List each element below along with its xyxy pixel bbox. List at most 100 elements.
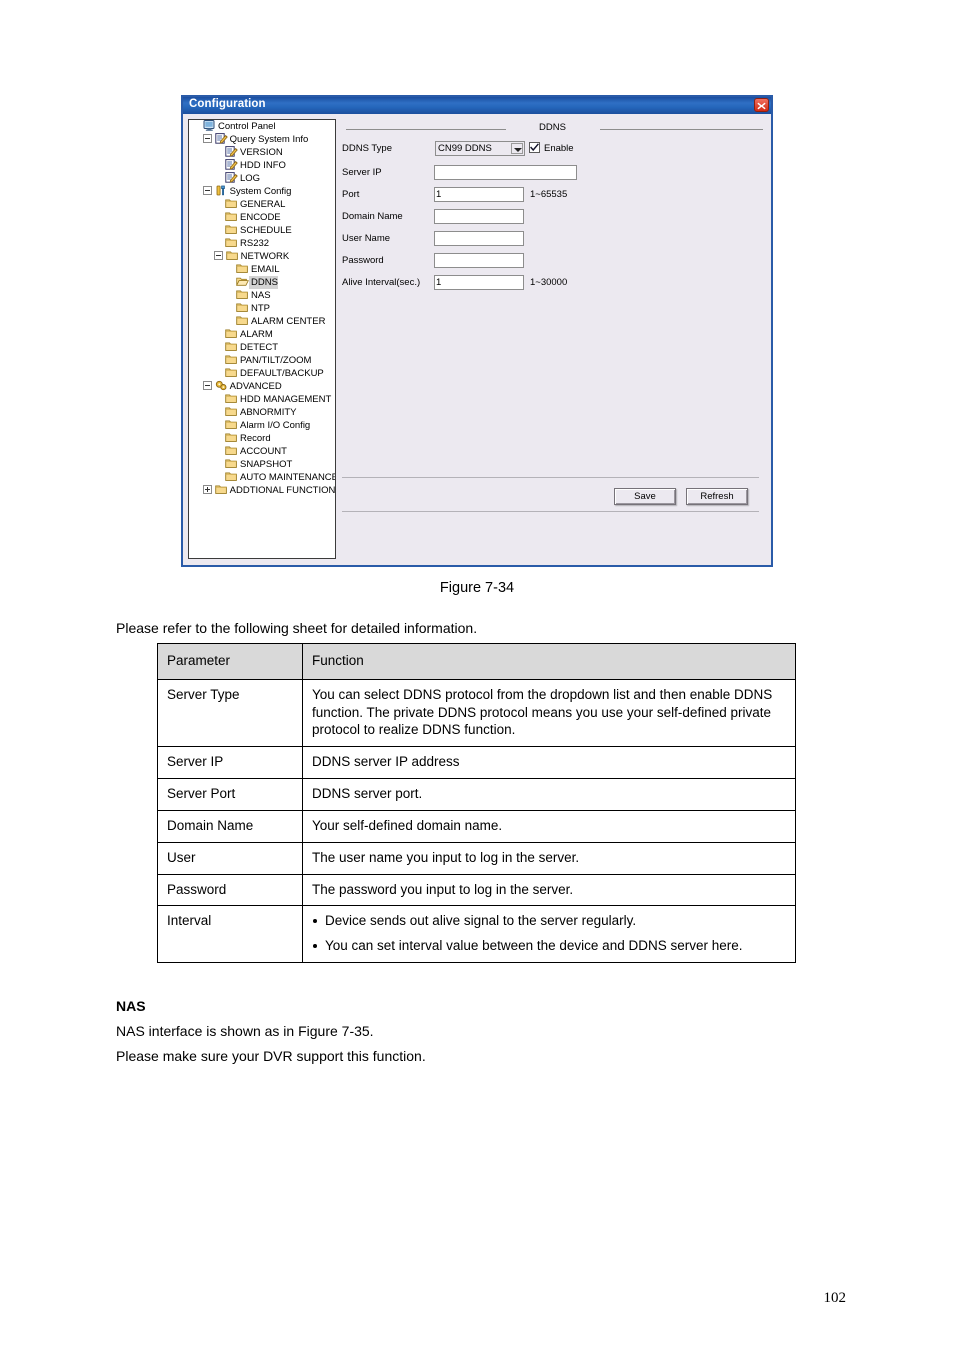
- parameter-cell: Server Type: [157, 678, 303, 748]
- folder-icon: [225, 393, 238, 404]
- table-row: Server IP DDNS server IP address: [157, 746, 796, 780]
- tree-item-encode[interactable]: ENCODE: [189, 211, 335, 224]
- tree-item-version[interactable]: VERSION: [189, 146, 335, 159]
- function-cell: You can select DDNS protocol from the dr…: [302, 678, 796, 748]
- close-icon[interactable]: [754, 98, 769, 112]
- tree-item-rs232[interactable]: RS232: [189, 237, 335, 250]
- password-input[interactable]: [434, 253, 524, 268]
- tree-item-detect[interactable]: DETECT: [189, 341, 335, 354]
- monitor-icon: [203, 120, 216, 131]
- ddns-type-value: CN99 DDNS: [438, 143, 492, 154]
- collapse-icon[interactable]: [203, 381, 212, 390]
- domain-name-input[interactable]: [434, 209, 524, 224]
- note-pencil-icon: [225, 159, 238, 170]
- folder-icon: [225, 250, 239, 261]
- enable-checkbox[interactable]: [529, 142, 540, 153]
- function-cell: The user name you input to log in the se…: [302, 841, 796, 875]
- tree-item-label: LOG: [240, 173, 261, 184]
- server-ip-input[interactable]: [434, 165, 577, 180]
- tree-item-label: RS232: [240, 238, 270, 249]
- folder-icon: [225, 211, 238, 222]
- folder-icon: [236, 315, 249, 326]
- function-cell: Your self-defined domain name.: [302, 809, 796, 843]
- tree-item-query-system-info[interactable]: Query System Info: [189, 133, 335, 146]
- note-pencil-icon: [225, 172, 238, 183]
- function-cell: DDNS server port.: [302, 778, 796, 811]
- refresh-button[interactable]: Refresh: [686, 488, 748, 505]
- function-cell: Device sends out alive signal to the ser…: [302, 905, 796, 963]
- parameter-cell: User: [157, 841, 303, 875]
- function-cell: DDNS server IP address: [302, 746, 796, 780]
- tree-item-label: ALARM: [240, 329, 273, 340]
- tree-item-label: DEFAULT/BACKUP: [240, 368, 324, 379]
- tree-item-control-panel[interactable]: Control Panel: [189, 120, 335, 133]
- server-ip-label: Server IP: [342, 167, 382, 178]
- tree-item-label: VERSION: [240, 147, 283, 158]
- tree-item-label: GENERAL: [240, 199, 286, 210]
- tree-item-addtional-function[interactable]: ADDTIONAL FUNCTION: [189, 484, 335, 497]
- tree-item-alarm[interactable]: ALARM: [189, 328, 335, 341]
- panel-rule-bottom: [342, 511, 759, 512]
- table-body: Parameter Function Server Type You can sele…: [157, 643, 796, 963]
- tree-item-schedule[interactable]: SCHEDULE: [189, 224, 335, 237]
- tree-item-ntp[interactable]: NTP: [189, 302, 335, 315]
- alive-interval-hint: 1~30000: [530, 277, 568, 288]
- user-name-row: User Name: [342, 231, 762, 246]
- tree-item-abnormity[interactable]: ABNORMITY: [189, 406, 335, 419]
- tree-item-log[interactable]: LOG: [189, 172, 335, 185]
- password-row: Password: [342, 253, 762, 268]
- tree-item-account[interactable]: ACCOUNT: [189, 445, 335, 458]
- section-title: DDNS: [539, 122, 566, 133]
- tree-item-alarm-i-o-config[interactable]: Alarm I/O Config: [189, 419, 335, 432]
- tree-item-advanced[interactable]: ADVANCED: [189, 380, 335, 393]
- configuration-dialog: Configuration Control Panel Query System…: [181, 95, 773, 567]
- section-rule-right: [600, 129, 763, 130]
- alive-interval-input[interactable]: [434, 275, 524, 290]
- tree-item-network[interactable]: NETWORK: [189, 250, 335, 263]
- tree-item-general[interactable]: GENERAL: [189, 198, 335, 211]
- folder-icon: [225, 458, 238, 469]
- tree-item-label: HDD MANAGEMENT: [240, 394, 332, 405]
- intro-text: Please refer to the following sheet for …: [116, 620, 478, 636]
- folder-icon: [214, 484, 228, 495]
- tree-item-hdd-info[interactable]: HDD INFO: [189, 159, 335, 172]
- nas-line-2: Please make sure your DVR support this f…: [116, 1048, 426, 1064]
- tree-item-label: ADDTIONAL FUNCTION: [229, 485, 336, 496]
- tree-item-nas[interactable]: NAS: [189, 289, 335, 302]
- domain-name-label: Domain Name: [342, 211, 403, 222]
- tree-item-label: ABNORMITY: [240, 407, 297, 418]
- save-button[interactable]: Save: [614, 488, 676, 505]
- tree-item-system-config[interactable]: System Config: [189, 185, 335, 198]
- expand-icon[interactable]: [203, 485, 212, 494]
- collapse-icon[interactable]: [203, 186, 212, 195]
- port-hint: 1~65535: [530, 189, 568, 200]
- tree-item-hdd-management[interactable]: HDD MANAGEMENT: [189, 393, 335, 406]
- tree-item-ddns[interactable]: DDNS: [189, 276, 335, 289]
- tree-item-email[interactable]: EMAIL: [189, 263, 335, 276]
- user-name-input[interactable]: [434, 231, 524, 246]
- tree-item-snapshot[interactable]: SNAPSHOT: [189, 458, 335, 471]
- folder-icon: [236, 302, 249, 313]
- folder-icon: [225, 432, 238, 443]
- collapse-icon[interactable]: [214, 251, 223, 260]
- dialog-titlebar[interactable]: Configuration: [183, 97, 771, 114]
- folder-icon: [225, 237, 238, 248]
- tree-item-label: NETWORK: [240, 251, 290, 262]
- tree-item-label: SNAPSHOT: [240, 459, 293, 470]
- tree-item-pan-tilt-zoom[interactable]: PAN/TILT/ZOOM: [189, 354, 335, 367]
- tree-item-default-backup[interactable]: DEFAULT/BACKUP: [189, 367, 335, 380]
- tree-item-record[interactable]: Record: [189, 432, 335, 445]
- folder-icon: [225, 406, 238, 417]
- tree-item-auto-maintenance[interactable]: AUTO MAINTENANCE: [189, 471, 335, 484]
- ddns-type-select[interactable]: CN99 DDNS: [435, 141, 525, 156]
- collapse-icon[interactable]: [203, 134, 212, 143]
- port-input[interactable]: [434, 187, 524, 202]
- chevron-down-icon[interactable]: [511, 143, 523, 154]
- tree-item-label: ACCOUNT: [240, 446, 287, 457]
- note-pencil-icon: [214, 133, 228, 144]
- tree-item-alarm-center[interactable]: ALARM CENTER: [189, 315, 335, 328]
- navigation-tree[interactable]: Control Panel Query System Info VERSION HD…: [188, 119, 336, 559]
- user-name-label: User Name: [342, 233, 391, 244]
- folder-icon: [236, 263, 249, 274]
- tree-item-label: Query System Info: [229, 134, 309, 145]
